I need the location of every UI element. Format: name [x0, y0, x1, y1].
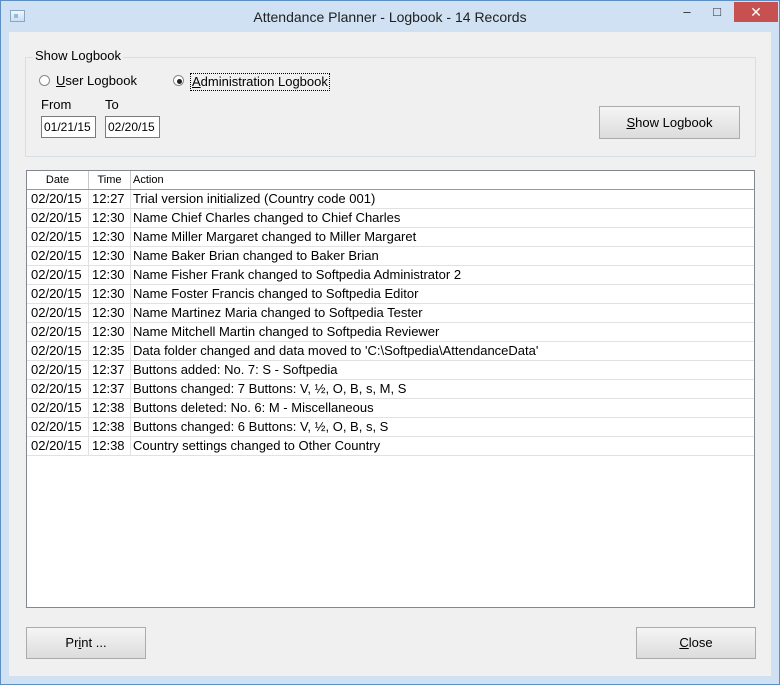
- show-logbook-button-label: how Logbook: [635, 115, 713, 130]
- radio-button-icon: [173, 75, 184, 86]
- show-logbook-group-label: Show Logbook: [33, 48, 124, 63]
- row-date: 02/20/15: [27, 304, 89, 322]
- table-row[interactable]: 02/20/15 12:30 Name Martinez Maria changed…: [27, 304, 754, 323]
- dialog-body: Show Logbook User Logbook Administration…: [9, 32, 771, 676]
- row-action: Buttons changed: 6 Buttons: V, ½, O, B, …: [133, 419, 389, 434]
- title-bar[interactable]: Attendance Planner - Logbook - 14 Record…: [1, 1, 779, 32]
- window-close-button[interactable]: ✕: [734, 2, 778, 22]
- administration-logbook-label-rest: dministration Logbook: [200, 74, 328, 89]
- print-button-label-prefix: Pr: [65, 635, 79, 650]
- row-date: 02/20/15: [27, 361, 89, 379]
- row-time: 12:30: [89, 323, 131, 341]
- row-date: 02/20/15: [27, 228, 89, 246]
- table-row[interactable]: 02/20/15 12:37 Buttons changed: 7 Buttons:…: [27, 380, 754, 399]
- row-time: 12:37: [89, 380, 131, 398]
- row-date: 02/20/15: [27, 190, 89, 208]
- table-row[interactable]: 02/20/15 12:37 Buttons added: No. 7: S - S…: [27, 361, 754, 380]
- table-row[interactable]: 02/20/15 12:30 Name Miller Margaret change…: [27, 228, 754, 247]
- logbook-window: Attendance Planner - Logbook - 14 Record…: [0, 0, 780, 685]
- row-action: Name Baker Brian changed to Baker Brian: [133, 248, 379, 263]
- table-row[interactable]: 02/20/15 12:30 Name Fisher Frank changed t…: [27, 266, 754, 285]
- row-action: Name Mitchell Martin changed to Softpedi…: [133, 324, 440, 339]
- administration-logbook-label: Administration Logbook: [190, 73, 330, 91]
- row-date: 02/20/15: [27, 418, 89, 436]
- table-row[interactable]: 02/20/15 12:38 Buttons changed: 6 Buttons:…: [27, 418, 754, 437]
- row-action: Buttons deleted: No. 6: M - Miscellaneou…: [133, 400, 374, 415]
- row-date: 02/20/15: [27, 380, 89, 398]
- row-time: 12:30: [89, 247, 131, 265]
- show-logbook-button[interactable]: Show Logbook: [599, 106, 740, 139]
- row-time: 12:38: [89, 418, 131, 436]
- logbook-table[interactable]: Date Time Action 02/20/15 12:27 Trial vers…: [26, 170, 755, 608]
- table-row[interactable]: 02/20/15 12:30 Name Foster Francis changed…: [27, 285, 754, 304]
- table-row[interactable]: 02/20/15 12:30 Name Mitchell Martin change…: [27, 323, 754, 342]
- row-action: Buttons changed: 7 Buttons: V, ½, O, B, …: [133, 381, 407, 396]
- table-row[interactable]: 02/20/15 12:38 Buttons deleted: No. 6: M -…: [27, 399, 754, 418]
- user-logbook-label: User Logbook: [56, 73, 137, 89]
- row-action: Country settings changed to Other Countr…: [133, 438, 381, 453]
- row-time: 12:30: [89, 304, 131, 322]
- row-time: 12:30: [89, 228, 131, 246]
- column-header-time[interactable]: Time: [89, 171, 131, 189]
- close-button-label-rest: lose: [688, 635, 713, 650]
- row-time: 12:30: [89, 266, 131, 284]
- row-time: 12:38: [89, 399, 131, 417]
- row-date: 02/20/15: [27, 342, 89, 360]
- row-time: 12:37: [89, 361, 131, 379]
- row-date: 02/20/15: [27, 323, 89, 341]
- row-action: Name Chief Charles changed to Chief Char…: [133, 210, 401, 225]
- row-action: Data folder changed and data moved to 'C…: [133, 343, 539, 358]
- row-time: 12:27: [89, 190, 131, 208]
- radio-button-icon: [39, 75, 50, 86]
- to-label: To: [105, 97, 119, 112]
- row-date: 02/20/15: [27, 209, 89, 227]
- row-action: Buttons added: No. 7: S - Softpedia: [133, 362, 338, 377]
- row-time: 12:38: [89, 437, 131, 455]
- minimize-button[interactable]: –: [673, 2, 701, 22]
- table-row[interactable]: 02/20/15 12:35 Data folder changed and dat…: [27, 342, 754, 361]
- table-row[interactable]: 02/20/15 12:30 Name Baker Brian changed to…: [27, 247, 754, 266]
- row-time: 12:35: [89, 342, 131, 360]
- row-date: 02/20/15: [27, 285, 89, 303]
- from-date-input[interactable]: [41, 116, 96, 138]
- row-action: Name Miller Margaret changed to Miller M…: [133, 229, 417, 244]
- print-button-label-rest: nt ...: [81, 635, 107, 650]
- row-action: Name Foster Francis changed to Softpedia…: [133, 286, 419, 301]
- to-date-input[interactable]: [105, 116, 160, 138]
- close-button-mnemonic: C: [679, 635, 689, 650]
- column-header-action[interactable]: Action: [131, 171, 754, 189]
- window-title: Attendance Planner - Logbook - 14 Record…: [253, 9, 527, 25]
- user-logbook-label-rest: ser Logbook: [65, 73, 137, 88]
- row-action: Name Fisher Frank changed to Softpedia A…: [133, 267, 462, 282]
- table-row[interactable]: 02/20/15 12:30 Name Chief Charles changed …: [27, 209, 754, 228]
- row-action: Name Martinez Maria changed to Softpedia…: [133, 305, 423, 320]
- row-date: 02/20/15: [27, 266, 89, 284]
- administration-logbook-label-mnemonic: A: [192, 74, 201, 89]
- table-header: Date Time Action: [27, 171, 754, 190]
- column-header-date[interactable]: Date: [27, 171, 89, 189]
- table-row[interactable]: 02/20/15 12:27 Trial version initialized (…: [27, 190, 754, 209]
- row-action: Trial version initialized (Country code …: [133, 191, 376, 206]
- row-date: 02/20/15: [27, 247, 89, 265]
- print-button[interactable]: Print ...: [26, 627, 146, 659]
- from-label: From: [41, 97, 72, 112]
- show-logbook-button-mnemonic: S: [626, 115, 636, 130]
- user-logbook-label-mnemonic: U: [56, 73, 66, 88]
- row-date: 02/20/15: [27, 437, 89, 455]
- row-time: 12:30: [89, 209, 131, 227]
- table-row[interactable]: 02/20/15 12:38 Country settings changed to…: [27, 437, 754, 456]
- radio-selected-dot-icon: [177, 79, 182, 84]
- close-button[interactable]: Close: [636, 627, 756, 659]
- row-time: 12:30: [89, 285, 131, 303]
- maximize-button[interactable]: □: [703, 2, 731, 22]
- row-date: 02/20/15: [27, 399, 89, 417]
